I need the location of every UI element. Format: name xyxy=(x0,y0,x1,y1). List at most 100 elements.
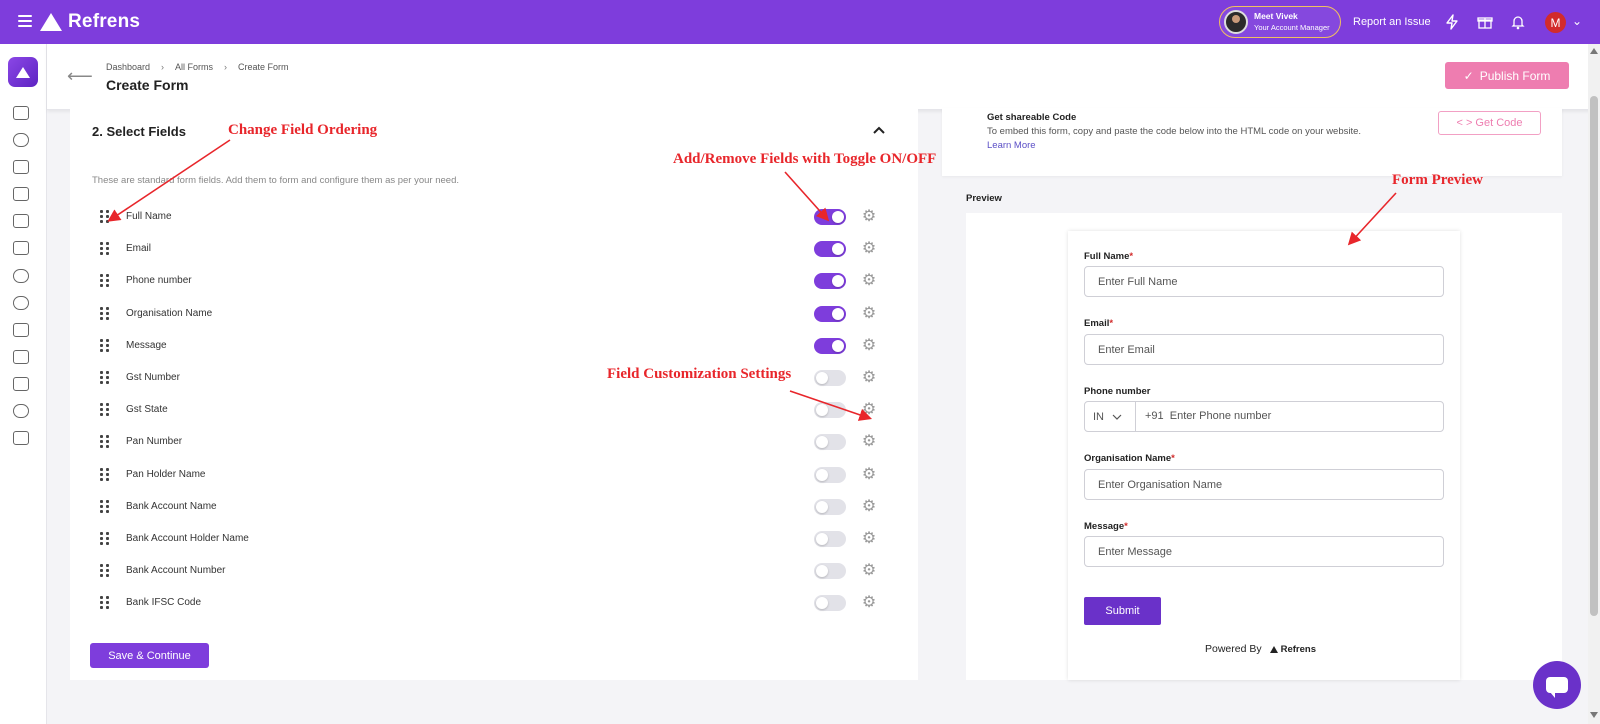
drag-handle-icon[interactable] xyxy=(100,435,110,449)
scroll-thumb[interactable] xyxy=(1590,96,1598,616)
id-badge-icon[interactable] xyxy=(13,377,29,391)
field-toggle[interactable] xyxy=(814,337,846,354)
breadcrumb-all-forms[interactable]: All Forms xyxy=(175,62,213,72)
drag-handle-icon[interactable] xyxy=(100,403,110,417)
drag-handle-icon[interactable] xyxy=(100,371,110,384)
field-label: Pan Number xyxy=(126,436,183,448)
drag-handle-icon[interactable] xyxy=(100,274,110,288)
invoice-icon[interactable] xyxy=(13,160,29,174)
briefcase-icon[interactable] xyxy=(13,323,29,337)
user-circle-icon[interactable] xyxy=(13,269,29,283)
brand-logo[interactable]: Refrens xyxy=(40,11,140,33)
field-label: Bank Account Holder Name xyxy=(126,533,249,544)
rocket-icon[interactable] xyxy=(13,431,29,445)
field-label: Pan Holder Name xyxy=(126,468,206,480)
field-settings-gear-icon[interactable]: ⚙ xyxy=(860,594,878,612)
preview-message-input[interactable]: Enter Message xyxy=(1084,536,1444,567)
field-label: Message xyxy=(126,339,167,351)
field-settings-gear-icon[interactable]: ⚙ xyxy=(860,240,878,258)
gst-icon[interactable] xyxy=(13,214,29,228)
field-settings-gear-icon[interactable]: ⚙ xyxy=(860,562,878,580)
field-label: Full Name xyxy=(126,211,172,222)
drag-handle-icon[interactable] xyxy=(100,499,110,513)
document-icon[interactable] xyxy=(13,187,29,201)
field-toggle[interactable] xyxy=(814,370,846,386)
field-toggle[interactable] xyxy=(814,305,846,322)
field-settings-gear-icon[interactable]: ⚙ xyxy=(860,401,878,419)
drag-handle-icon[interactable] xyxy=(100,596,110,610)
hamburger-menu-icon[interactable] xyxy=(18,15,32,27)
field-toggle[interactable] xyxy=(814,273,846,290)
preview-label-full-name: Full Name* xyxy=(1084,251,1134,262)
config-gear-icon[interactable] xyxy=(13,404,29,418)
settings-gear-icon[interactable] xyxy=(13,296,29,310)
shareable-code-card: Get shareable Code To embed this form, c… xyxy=(942,108,1562,176)
preview-organisation-input[interactable]: Enter Organisation Name xyxy=(1084,469,1444,500)
field-settings-gear-icon[interactable]: ⚙ xyxy=(860,208,878,226)
team-icon[interactable] xyxy=(13,350,29,364)
preview-phone-input[interactable]: IN +91 Enter Phone number xyxy=(1084,401,1444,432)
publish-form-button[interactable]: ✓ Publish Form xyxy=(1445,62,1569,89)
page-scrollbar[interactable] xyxy=(1588,44,1600,724)
field-settings-gear-icon[interactable]: ⚙ xyxy=(860,530,878,548)
field-settings-gear-icon[interactable]: ⚙ xyxy=(860,272,878,290)
preview-label-message: Message* xyxy=(1084,521,1128,532)
field-toggle[interactable] xyxy=(814,402,846,419)
field-row: Pan Number ⚙ xyxy=(98,432,878,452)
field-settings-gear-icon[interactable]: ⚙ xyxy=(860,466,878,484)
back-arrow-icon[interactable]: ⟵ xyxy=(67,66,93,87)
field-row: Email ⚙ xyxy=(98,239,878,259)
field-settings-gear-icon[interactable]: ⚙ xyxy=(860,337,878,355)
drag-handle-icon[interactable] xyxy=(100,564,110,578)
get-code-button[interactable]: < > Get Code xyxy=(1438,111,1541,135)
account-manager-button[interactable]: Meet Vivek Your Account Manager xyxy=(1219,6,1341,38)
field-settings-gear-icon[interactable]: ⚙ xyxy=(860,433,878,451)
app-home-icon[interactable] xyxy=(8,57,38,87)
field-settings-gear-icon[interactable]: ⚙ xyxy=(860,369,878,387)
drag-handle-icon[interactable] xyxy=(100,338,110,352)
field-label: Email xyxy=(126,243,152,255)
drag-handle-icon[interactable] xyxy=(100,532,110,545)
report-issue-link[interactable]: Report an Issue xyxy=(1353,16,1431,28)
field-settings-gear-icon[interactable]: ⚙ xyxy=(860,305,878,323)
drag-handle-icon[interactable] xyxy=(100,306,110,320)
field-toggle[interactable] xyxy=(814,466,846,483)
user-avatar[interactable]: M xyxy=(1545,12,1566,33)
learn-more-link[interactable]: Learn More xyxy=(987,140,1036,151)
chat-support-button[interactable] xyxy=(1533,661,1581,709)
form-preview: Full Name* Enter Full Name Email* Enter … xyxy=(1068,231,1460,680)
field-toggle[interactable] xyxy=(814,531,846,547)
field-toggle[interactable] xyxy=(814,209,846,225)
section-title: 2. Select Fields xyxy=(92,124,186,139)
bell-icon[interactable] xyxy=(1508,12,1528,32)
dashboard-gauge-icon[interactable] xyxy=(13,133,29,147)
chevron-down-icon[interactable]: ⌄ xyxy=(1572,14,1582,28)
list-icon[interactable] xyxy=(13,106,29,120)
preview-email-input[interactable]: Enter Email xyxy=(1084,334,1444,365)
scroll-up-arrow-icon[interactable] xyxy=(1590,48,1598,54)
gift-icon[interactable] xyxy=(1475,12,1495,32)
drag-handle-icon[interactable] xyxy=(100,242,110,256)
save-continue-button[interactable]: Save & Continue xyxy=(90,643,209,668)
field-row: Pan Holder Name ⚙ xyxy=(98,465,878,485)
page-header: ⟵ Dashboard › All Forms › Create Form Cr… xyxy=(47,44,1600,110)
preview-submit-button[interactable]: Submit xyxy=(1084,597,1161,625)
preview-full-name-input[interactable]: Enter Full Name xyxy=(1084,266,1444,297)
powered-by: Powered By Refrens xyxy=(1205,643,1316,655)
scroll-down-arrow-icon[interactable] xyxy=(1590,712,1598,718)
collapse-chevron-up-icon[interactable] xyxy=(873,122,885,137)
annotation-settings: Field Customization Settings xyxy=(607,366,792,382)
field-toggle[interactable] xyxy=(814,241,846,258)
country-code-select[interactable]: IN xyxy=(1085,402,1136,431)
field-settings-gear-icon[interactable]: ⚙ xyxy=(860,498,878,516)
field-toggle[interactable] xyxy=(814,498,846,515)
field-toggle[interactable] xyxy=(814,563,846,580)
field-row: Message ⚙ xyxy=(98,336,878,356)
field-toggle[interactable] xyxy=(814,434,846,451)
field-toggle[interactable] xyxy=(814,595,846,612)
drag-handle-icon[interactable] xyxy=(100,210,110,223)
monitor-icon[interactable] xyxy=(13,241,29,255)
breadcrumb-dashboard[interactable]: Dashboard xyxy=(106,62,150,72)
drag-handle-icon[interactable] xyxy=(100,467,110,481)
lightning-icon[interactable] xyxy=(1442,12,1462,32)
